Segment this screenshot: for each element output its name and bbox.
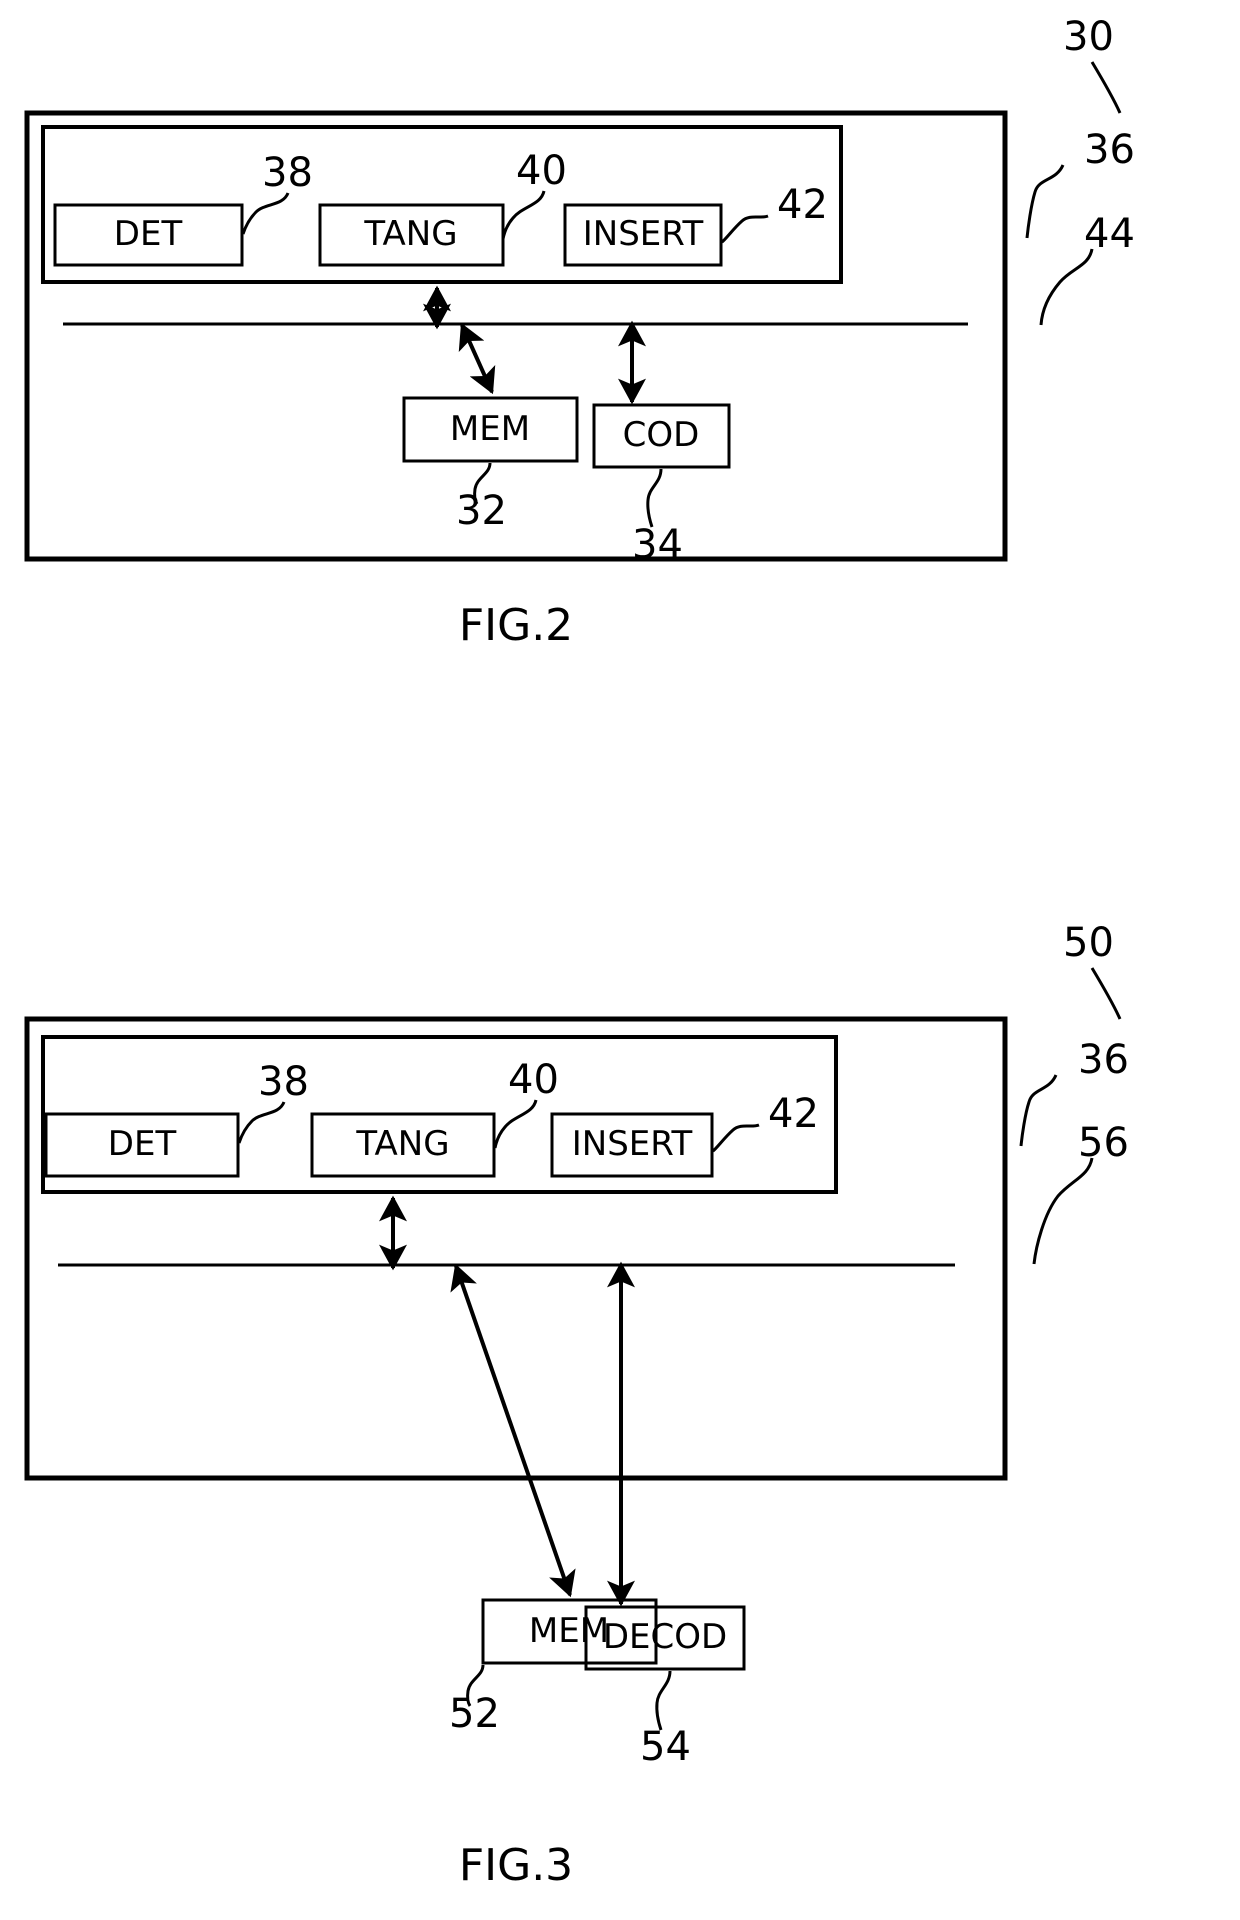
fig3-arrow-bus-mem (450, 1263, 576, 1598)
fig3-ref-56: 56 (1078, 1120, 1129, 1166)
fig3-det-label: DET (108, 1124, 177, 1164)
fig3-leader-38 (237, 1101, 286, 1144)
fig2-cod-label: COD (623, 415, 700, 455)
fig3-leader-54 (655, 1670, 672, 1731)
fig2-leader-40 (501, 190, 546, 240)
fig3-ref-40: 40 (508, 1057, 559, 1103)
fig2-leader-44 (1039, 248, 1094, 326)
fig3-caption: FIG.3 (459, 1840, 573, 1891)
fig2-ref-40: 40 (516, 148, 567, 194)
fig2-ref-30: 30 (1063, 14, 1114, 60)
fig2-det-label: DET (114, 214, 183, 254)
fig3-ref-42: 42 (768, 1091, 819, 1137)
figure-3-group: DET TANG INSERT MEM DECOD 50 36 56 38 40… (24, 920, 1129, 1891)
fig3-insert-label: INSERT (572, 1124, 693, 1164)
fig3-leader-50 (1090, 967, 1122, 1020)
fig2-arrow-bus-mem (458, 322, 496, 395)
patent-drawing-sheet: DET TANG INSERT MEM COD 30 36 44 38 40 4… (0, 0, 1240, 1920)
fig2-mem-label: MEM (450, 409, 530, 449)
fig3-leader-40 (493, 1099, 538, 1149)
fig2-leader-38 (241, 192, 290, 235)
fig2-ref-42: 42 (777, 182, 828, 228)
fig2-caption: FIG.2 (459, 600, 573, 651)
fig2-ref-38: 38 (262, 150, 313, 196)
fig3-mem-label: MEM (529, 1611, 609, 1651)
fig3-ref-54: 54 (640, 1724, 691, 1770)
fig3-decod-label: DECOD (603, 1617, 727, 1657)
fig3-leader-56 (1032, 1157, 1094, 1265)
fig3-ref-52: 52 (449, 1691, 500, 1737)
fig2-tang-label: TANG (363, 214, 457, 254)
fig2-ref-32: 32 (456, 488, 507, 534)
fig2-ref-36: 36 (1084, 127, 1135, 173)
fig2-leader-42 (721, 214, 769, 244)
fig3-leader-42 (712, 1123, 760, 1153)
fig3-tang-label: TANG (355, 1124, 449, 1164)
fig2-insert-label: INSERT (583, 214, 704, 254)
fig3-ref-50: 50 (1063, 920, 1114, 966)
fig2-leader-34 (646, 468, 663, 528)
fig2-ref-44: 44 (1084, 211, 1135, 257)
fig3-ref-36: 36 (1078, 1037, 1129, 1083)
figure-2-group: DET TANG INSERT MEM COD 30 36 44 38 40 4… (24, 14, 1135, 651)
fig3-ref-38: 38 (258, 1059, 309, 1105)
figures-canvas: DET TANG INSERT MEM COD 30 36 44 38 40 4… (24, 14, 1135, 1891)
fig2-ref-34: 34 (632, 522, 683, 568)
fig2-leader-30 (1090, 61, 1122, 114)
fig3-leader-36 (1019, 1074, 1058, 1147)
fig2-leader-36 (1025, 164, 1065, 239)
